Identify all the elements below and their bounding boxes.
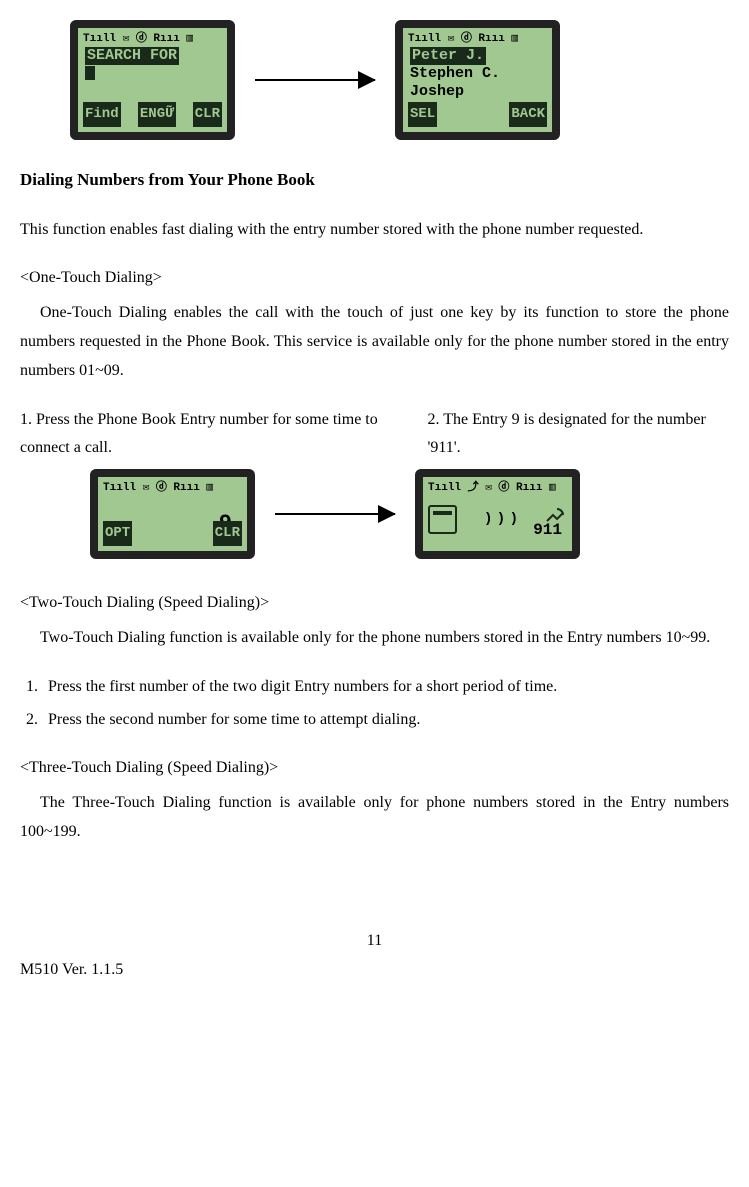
- softkey-row: SEL BACK: [408, 102, 547, 127]
- softkey-clr[interactable]: CLR: [213, 521, 242, 546]
- paragraph-three-touch: The Three-Touch Dialing function is avai…: [20, 789, 729, 847]
- top-screens-row: Tııll ✉ ⓓ Rııı ▥ SEARCH FOR Find ENGỮ CL…: [70, 20, 729, 140]
- softkey-row: Find ENGỮ CLR: [83, 102, 222, 127]
- arrow-right-icon: [255, 79, 375, 81]
- status-bar: Tııll ✉ ⓓ Rııı ▥: [103, 482, 242, 496]
- softkey-opt[interactable]: OPT: [103, 521, 132, 546]
- version-label: M510 Ver. 1.1.5: [20, 956, 729, 985]
- subheading-one-touch: <One-Touch Dialing>: [20, 264, 729, 293]
- paragraph-two-touch: Two-Touch Dialing function is available …: [20, 624, 729, 653]
- dialed-number: 911: [533, 516, 562, 545]
- subheading-two-touch: <Two-Touch Dialing (Speed Dialing)>: [20, 589, 729, 618]
- status-bar: Tııll ⤴ ✉ ⓓ Rııı ▥: [428, 482, 567, 496]
- page-footer: 11 M510 Ver. 1.1.5: [20, 927, 729, 947]
- subheading-three-touch: <Three-Touch Dialing (Speed Dialing)>: [20, 754, 729, 783]
- lcd-screen-calling: Tııll ⤴ ✉ ⓓ Rııı ▥ ) ) ) 911: [415, 469, 580, 559]
- signal-waves-icon: ) ) ): [484, 507, 516, 532]
- contact-row-1: Peter J.: [408, 47, 547, 65]
- softkey-sel[interactable]: SEL: [408, 102, 437, 127]
- step-1-text: 1. Press the Phone Book Entry number for…: [20, 406, 387, 464]
- section-heading-dialing: Dialing Numbers from Your Phone Book: [20, 165, 729, 196]
- two-touch-step-1: Press the first number of the two digit …: [42, 673, 729, 702]
- lcd-screen-search: Tııll ✉ ⓓ Rııı ▥ SEARCH FOR Find ENGỮ CL…: [70, 20, 235, 140]
- paragraph-intro: This function enables fast dialing with …: [20, 216, 729, 245]
- lcd-screen-contacts: Tııll ✉ ⓓ Rııı ▥ Peter J. Stephen C. Jos…: [395, 20, 560, 140]
- phone-icon: [428, 505, 457, 534]
- softkey-row: OPT CLR: [103, 521, 242, 546]
- lcd-screen-digit: Tııll ✉ ⓓ Rııı ▥ 9 OPT CLR: [90, 469, 255, 559]
- cursor-icon: [85, 66, 95, 80]
- arrow-right-icon: [275, 513, 395, 515]
- step-2-text: 2. The Entry 9 is designated for the num…: [387, 406, 729, 464]
- contact-peter[interactable]: Peter J.: [410, 47, 486, 65]
- search-cursor-line: [83, 65, 222, 83]
- contact-row-3[interactable]: Joshep: [408, 83, 547, 101]
- softkey-find[interactable]: Find: [83, 102, 121, 127]
- status-bar: Tııll ✉ ⓓ Rııı ▥: [408, 33, 547, 47]
- two-touch-steps-list: Press the first number of the two digit …: [20, 673, 729, 735]
- contact-row-2[interactable]: Stephen C.: [408, 65, 547, 83]
- page-number: 11: [20, 927, 729, 956]
- screen-title: SEARCH FOR: [83, 47, 222, 65]
- steps-row: 1. Press the Phone Book Entry number for…: [20, 406, 729, 464]
- two-touch-step-2: Press the second number for some time to…: [42, 706, 729, 735]
- search-for-label: SEARCH FOR: [85, 47, 179, 65]
- softkey-clr[interactable]: CLR: [193, 102, 222, 127]
- softkey-back[interactable]: BACK: [509, 102, 547, 127]
- status-bar: Tııll ✉ ⓓ Rııı ▥: [83, 33, 222, 47]
- mid-screens-row: Tııll ✉ ⓓ Rııı ▥ 9 OPT CLR Tııll ⤴ ✉ ⓓ R…: [90, 469, 729, 559]
- paragraph-one-touch: One-Touch Dialing enables the call with …: [20, 299, 729, 385]
- softkey-lang[interactable]: ENGỮ: [138, 102, 176, 127]
